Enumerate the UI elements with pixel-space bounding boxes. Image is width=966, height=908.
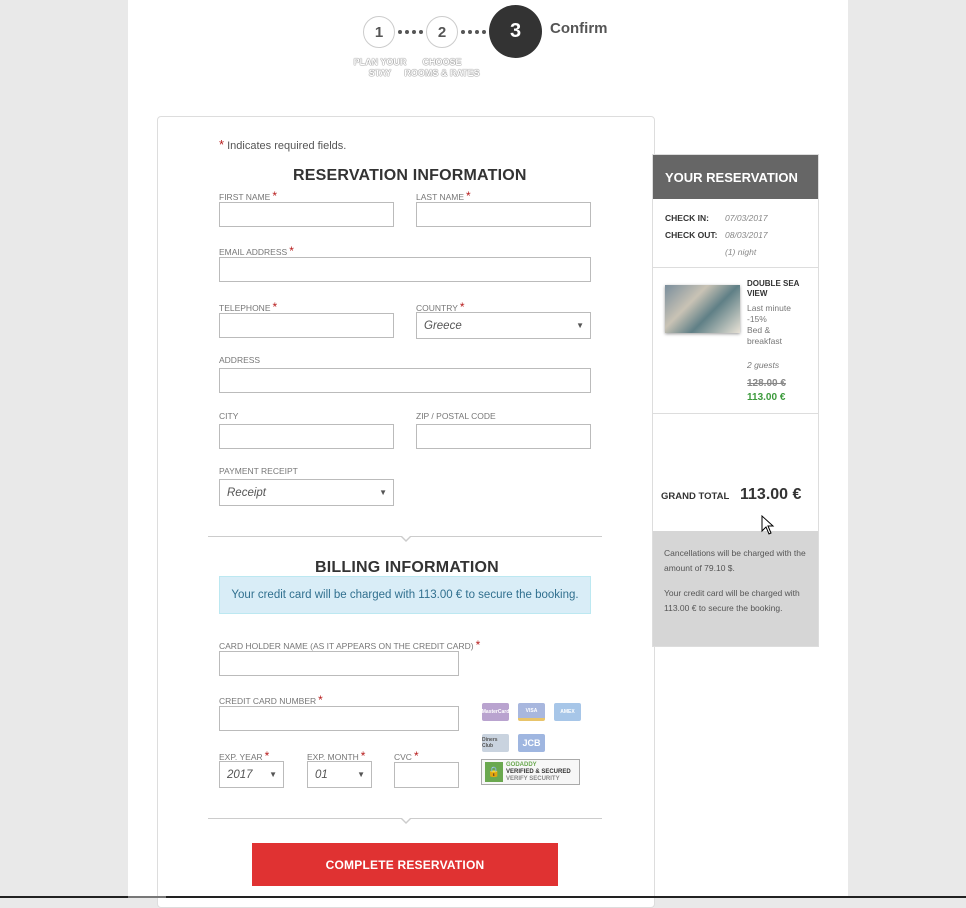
payment-receipt-select[interactable]: Receipt ▼ [219,479,394,506]
billing-information-heading: BILLING INFORMATION [315,559,499,576]
step-1-number: 1 [374,23,384,41]
address-label: ADDRESS [219,355,261,365]
reservation-information-heading: RESERVATION INFORMATION [293,167,527,184]
telephone-label: TELEPHONE * [219,300,278,314]
diners-club-icon: Diners Club [482,734,509,752]
exp-year-value: 2017 [227,768,253,781]
cvc-input[interactable] [394,762,459,788]
required-fields-note: * Indicates required fields. [219,137,346,152]
step-2-label[interactable]: CHOOSE ROOMS & RATES [403,57,481,79]
godaddy-verify-link: VERIFY SECURITY [506,775,560,782]
card-holder-input[interactable] [219,651,459,676]
dropdown-arrow-icon: ▼ [269,770,277,779]
check-in-label: CHECK IN: [665,213,709,223]
room-name: DOUBLE SEA VIEW [747,279,800,298]
reservation-policy-notes: Cancellations will be charged with the a… [653,531,818,646]
address-input[interactable] [219,368,591,393]
cancellation-note: Cancellations will be charged with the a… [664,548,806,573]
nights-count: (1) night [725,247,757,257]
cvc-label: CVC * [394,749,419,763]
board-type: Bed & breakfast [747,325,782,346]
godaddy-verified-text: VERIFIED & SECURED [506,768,571,775]
step-2-label-line1: CHOOSE [422,57,462,67]
rate-name: Last minute -15% [747,303,791,324]
step-2-label-line2: ROOMS & RATES [404,68,480,78]
check-in-value: 07/03/2017 [725,213,768,223]
mouse-cursor-icon [761,515,775,535]
last-name-input[interactable] [416,202,591,227]
check-out-value: 08/03/2017 [725,230,768,240]
complete-reservation-button[interactable]: COMPLETE RESERVATION [252,843,558,886]
step-3-title: Confirm [550,20,608,37]
step-3-indicator-active: 3 [489,5,542,58]
city-input[interactable] [219,424,394,449]
summary-divider [653,413,818,414]
country-select[interactable]: Greece ▼ [416,312,591,339]
exp-year-select[interactable]: 2017 ▼ [219,761,284,788]
first-name-label: FIRST NAME * [219,189,277,203]
payment-receipt-label: PAYMENT RECEIPT [219,466,298,476]
reservation-summary-panel: YOUR RESERVATION CHECK IN: 07/03/2017 CH… [652,154,819,647]
email-input[interactable] [219,257,591,282]
summary-divider [653,267,818,268]
reservation-summary-title: YOUR RESERVATION [653,155,818,199]
visa-icon: VISA [518,703,545,721]
step-1-indicator[interactable]: 1 [363,16,395,48]
exp-month-select[interactable]: 01 ▼ [307,761,372,788]
section-divider [208,535,602,542]
check-out-label: CHECK OUT: [665,230,718,240]
card-charge-note: Your credit card will be charged with 11… [664,588,800,613]
step-2-indicator[interactable]: 2 [426,16,458,48]
grand-total-label: GRAND TOTAL [661,491,730,502]
first-name-input[interactable] [219,202,394,227]
card-holder-label: CARD HOLDER NAME (AS IT APPEARS ON THE C… [219,638,481,652]
amex-icon: AMEX [554,703,581,721]
godaddy-verified-badge[interactable]: 🔒 GODADDY VERIFIED & SECURED VERIFY SECU… [481,759,580,785]
exp-month-value: 01 [315,768,328,781]
dropdown-arrow-icon: ▼ [576,321,584,330]
step-connector-dots [461,30,486,34]
step-1-label-line1: PLAN YOUR [353,57,407,67]
email-label: EMAIL ADDRESS * [219,244,294,258]
jcb-icon: JCB [518,734,545,752]
mastercard-icon: MasterCard [482,703,509,721]
required-star: * [219,137,225,152]
last-name-label: LAST NAME * [416,189,471,203]
godaddy-brand: GODADDY [506,761,537,768]
original-price: 128.00 € [747,378,786,389]
city-label: CITY [219,411,239,421]
guests-count: 2 guests [747,360,780,370]
reservation-form-card [157,116,655,908]
section-divider [208,817,602,824]
dropdown-arrow-icon: ▼ [379,488,387,497]
billing-charge-alert: Your credit card will be charged with 11… [219,576,591,614]
step-1-label[interactable]: PLAN YOUR STAY [350,57,410,79]
step-1-label-line2: STAY [368,68,392,78]
card-number-input[interactable] [219,706,459,731]
zip-label: ZIP / POSTAL CODE [416,411,496,421]
grand-total-value: 113.00 € [740,486,802,503]
step-connector-dots [398,30,423,34]
step-2-number: 2 [437,23,447,41]
card-number-label: CREDIT CARD NUMBER * [219,693,323,707]
required-note-text: Indicates required fields. [227,140,347,152]
step-3-number: 3 [509,20,522,42]
zip-input[interactable] [416,424,591,449]
country-value: Greece [424,319,462,332]
discounted-price: 113.00 € [747,392,786,403]
payment-receipt-value: Receipt [227,486,266,499]
lock-icon: 🔒 [485,762,503,782]
room-photo[interactable] [665,285,740,333]
dropdown-arrow-icon: ▼ [357,770,365,779]
telephone-input[interactable] [219,313,394,338]
